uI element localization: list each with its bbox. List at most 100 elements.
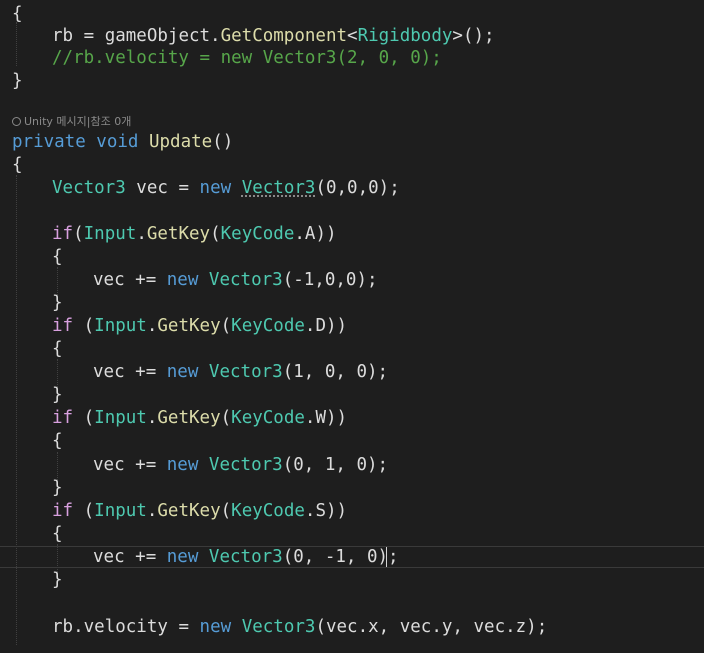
code-token: Update xyxy=(148,132,213,152)
code-token: = xyxy=(178,178,200,198)
code-token: //rb.velocity = new Vector3(2, 0, 0); xyxy=(52,48,442,68)
code-token: void xyxy=(96,132,149,152)
code-token: vec xyxy=(93,547,136,567)
code-token: KeyCode xyxy=(231,501,305,521)
code-token: { xyxy=(52,431,63,451)
code-token: Vector3 xyxy=(208,362,283,382)
code-token: vec xyxy=(93,455,136,475)
code-line[interactable]: } xyxy=(0,384,704,406)
code-line[interactable]: rb = gameObject.GetComponent<Rigidbody>(… xyxy=(0,25,704,47)
code-token: ( xyxy=(73,224,84,244)
code-token: . xyxy=(146,501,158,521)
code-token: Input xyxy=(94,408,147,428)
code-line[interactable]: } xyxy=(0,70,704,92)
code-token: KeyCode xyxy=(231,408,305,428)
code-token: } xyxy=(52,293,63,313)
code-token: += xyxy=(135,362,167,382)
code-token: Vector3 xyxy=(208,270,283,290)
code-token: Input xyxy=(94,316,147,336)
code-token: .D)) xyxy=(304,316,348,336)
code-token: { xyxy=(12,155,23,175)
code-token: ( xyxy=(210,224,221,244)
code-line[interactable]: { xyxy=(0,246,704,268)
code-token: Vector3 xyxy=(241,178,316,198)
code-token: new xyxy=(166,547,209,567)
code-line[interactable]: { xyxy=(0,338,704,360)
codelens-references[interactable]: Unity 메시지|참조 0개 xyxy=(12,114,131,130)
code-token: { xyxy=(12,4,23,24)
code-token: if xyxy=(52,408,84,428)
code-token: Vector3 xyxy=(208,547,283,567)
code-token: { xyxy=(52,247,63,267)
code-token: += xyxy=(135,547,167,567)
code-token: >(); xyxy=(452,26,495,46)
code-line[interactable]: vec += new Vector3(0, -1, 0); xyxy=(0,546,704,568)
code-token: Input xyxy=(94,501,147,521)
code-token: rb xyxy=(52,617,74,637)
code-token: KeyCode xyxy=(231,316,305,336)
code-line[interactable]: } xyxy=(0,292,704,314)
code-token: new xyxy=(166,270,209,290)
code-editor[interactable]: Unity 메시지|참조 0개 { rb = gameObject.GetCom… xyxy=(0,0,704,653)
code-token: } xyxy=(12,71,23,91)
code-token: .A)) xyxy=(294,224,337,244)
codelens-text: Unity 메시지|참조 0개 xyxy=(24,115,132,128)
code-token: . xyxy=(73,617,84,637)
code-line[interactable]: //rb.velocity = new Vector3(2, 0, 0); xyxy=(0,47,704,69)
code-token: (0, -1, 0); xyxy=(282,547,399,567)
code-token: .S)) xyxy=(304,501,348,521)
code-token: . xyxy=(136,224,147,244)
code-token: < xyxy=(347,26,358,46)
code-token: { xyxy=(52,524,63,544)
code-line[interactable]: if (Input.GetKey(KeyCode.W)) xyxy=(0,407,704,429)
code-token: GetKey xyxy=(157,408,221,428)
code-token: Input xyxy=(83,224,137,244)
code-line[interactable]: private void Update() xyxy=(0,131,704,153)
code-token: { xyxy=(52,339,63,359)
code-token: new xyxy=(199,617,242,637)
code-line[interactable]: { xyxy=(0,523,704,545)
code-token: (1, 0, 0); xyxy=(282,362,389,382)
code-token: vec xyxy=(93,270,136,290)
code-token: new xyxy=(166,362,209,382)
code-line[interactable]: if(Input.GetKey(KeyCode.A)) xyxy=(0,223,704,245)
code-line[interactable]: if (Input.GetKey(KeyCode.D)) xyxy=(0,315,704,337)
code-token: } xyxy=(52,385,63,405)
code-token: } xyxy=(52,478,63,498)
code-token: ( xyxy=(83,316,95,336)
code-line[interactable]: } xyxy=(0,569,704,591)
code-line[interactable]: } xyxy=(0,477,704,499)
code-token: ( xyxy=(83,501,95,521)
code-token: if xyxy=(52,501,84,521)
code-line[interactable]: { xyxy=(0,430,704,452)
code-token: GetKey xyxy=(146,224,211,244)
code-token: GetKey xyxy=(157,501,221,521)
code-token: (0, 1, 0); xyxy=(282,455,389,475)
code-line[interactable]: rb.velocity = new Vector3(vec.x, vec.y, … xyxy=(0,616,704,638)
code-line[interactable]: if (Input.GetKey(KeyCode.S)) xyxy=(0,500,704,522)
code-token: . xyxy=(210,26,221,46)
code-token: .W)) xyxy=(304,408,348,428)
code-line[interactable]: vec += new Vector3(1, 0, 0); xyxy=(0,361,704,383)
code-token: GetKey xyxy=(157,316,221,336)
code-token: if xyxy=(52,224,74,244)
code-line[interactable]: { xyxy=(0,3,704,25)
code-line[interactable]: vec += new Vector3(0, 1, 0); xyxy=(0,454,704,476)
code-line[interactable]: Vector3 vec = new Vector3(0,0,0); xyxy=(0,177,704,199)
code-token: KeyCode xyxy=(220,224,295,244)
code-token: . xyxy=(146,408,158,428)
code-token: += xyxy=(135,270,167,290)
code-token: Vector3 xyxy=(241,617,316,637)
code-token: = xyxy=(83,26,105,46)
code-token: private xyxy=(12,132,97,152)
code-token: rb xyxy=(52,26,84,46)
code-token: (0,0,0); xyxy=(315,178,400,198)
code-token: vec xyxy=(136,178,179,198)
code-token: Vector3 xyxy=(208,455,283,475)
code-line[interactable]: vec += new Vector3(-1,0,0); xyxy=(0,269,704,291)
code-line[interactable]: { xyxy=(0,154,704,176)
code-token: GetComponent xyxy=(220,26,348,46)
unity-icon xyxy=(12,116,21,126)
code-token: (vec.x, vec.y, vec.z); xyxy=(315,617,548,637)
code-token: ( xyxy=(83,408,95,428)
